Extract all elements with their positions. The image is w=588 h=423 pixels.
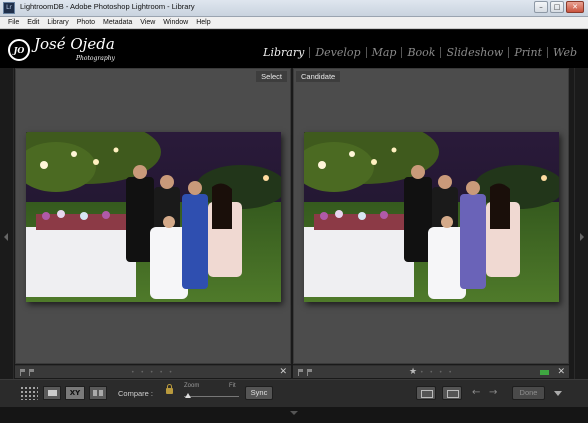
window-title: LightroomDB - Adobe Photoshop Lightroom … (20, 2, 195, 11)
candidate-close-icon[interactable]: ✕ (557, 366, 565, 378)
sync-button[interactable]: Sync (245, 386, 273, 400)
candidate-label: Candidate (296, 71, 341, 82)
zoom-slider-track[interactable] (184, 396, 239, 397)
candidate-pane-footer: ★ • • • • ✕ (293, 365, 569, 378)
lightroom-app-icon: Lr (3, 2, 15, 14)
window-controls: – □ ✕ (534, 1, 584, 13)
event-photo-image (26, 132, 281, 302)
done-button[interactable]: Done (512, 386, 545, 400)
window-titlebar: Lr LightroomDB - Adobe Photoshop Lightro… (0, 0, 588, 17)
menu-photo[interactable]: Photo (73, 17, 99, 28)
select-pane-footer: • • • • • ✕ (15, 365, 291, 378)
expand-right-panel-arrow-icon[interactable] (580, 233, 584, 241)
identity-plate-subtitle: Photography (76, 55, 115, 62)
menu-window[interactable]: Window (159, 17, 192, 28)
identity-plate-name: José Ojeda (34, 35, 115, 53)
minimize-button[interactable]: – (534, 1, 548, 13)
expand-filmstrip-arrow-icon[interactable] (290, 411, 298, 415)
select-rating-dots[interactable]: • • • • • (131, 369, 174, 376)
module-develop[interactable]: Develop (310, 46, 365, 59)
module-slideshow[interactable]: Slideshow (441, 46, 508, 59)
previous-photo-arrow-icon[interactable]: ← (472, 386, 480, 400)
fit-label: Fit (229, 383, 236, 389)
select-photo[interactable] (26, 132, 281, 302)
module-picker: Library Develop Map Book Slideshow Print… (258, 46, 582, 59)
flag-icon[interactable] (298, 369, 304, 376)
grid-view-icon[interactable] (20, 386, 38, 400)
flag-icon[interactable] (20, 369, 26, 376)
toolbar: XY Compare : Zoom Fit Sync ← → Done (0, 379, 588, 407)
module-map[interactable]: Map (367, 46, 402, 59)
left-panel-collapsed[interactable] (0, 68, 14, 407)
identity-bar: JO José Ojeda Photography Library Develo… (0, 30, 588, 68)
zoom-slider-thumb[interactable] (185, 393, 191, 398)
menu-metadata[interactable]: Metadata (99, 17, 136, 28)
compare-candidate-pane[interactable]: Candidate (293, 68, 569, 364)
menu-library[interactable]: Library (43, 17, 72, 28)
menu-view[interactable]: View (136, 17, 159, 28)
maximize-button[interactable]: □ (550, 1, 564, 13)
lock-icon[interactable] (166, 384, 173, 394)
toolbar-options-chevron-down-icon[interactable] (554, 391, 562, 396)
compare-xy-icon[interactable]: XY (65, 386, 85, 400)
menu-help[interactable]: Help (192, 17, 214, 28)
identity-monogram-logo: JO (8, 39, 30, 61)
module-book[interactable]: Book (402, 46, 440, 59)
filmstrip-collapsed[interactable] (0, 407, 588, 423)
select-close-icon[interactable]: ✕ (279, 366, 287, 378)
menu-edit[interactable]: Edit (23, 17, 43, 28)
make-select-icon[interactable] (442, 386, 462, 400)
module-library[interactable]: Library (258, 46, 309, 59)
event-photo-image (304, 132, 559, 302)
next-photo-arrow-icon[interactable]: → (489, 386, 497, 400)
right-panel-collapsed[interactable] (574, 68, 588, 407)
menu-file[interactable]: File (4, 17, 23, 28)
swap-icon[interactable] (416, 386, 436, 400)
candidate-rating-dots[interactable]: • • • • (420, 369, 454, 376)
color-label-green-icon[interactable] (540, 370, 549, 375)
close-button[interactable]: ✕ (566, 1, 584, 13)
survey-view-icon[interactable] (89, 386, 107, 400)
module-web[interactable]: Web (548, 46, 582, 59)
loupe-view-icon[interactable] (43, 386, 61, 400)
module-print[interactable]: Print (509, 46, 547, 59)
expand-left-panel-arrow-icon[interactable] (4, 233, 8, 241)
reject-flag-icon[interactable] (307, 369, 313, 376)
compare-select-pane[interactable]: Select (15, 68, 291, 364)
menu-bar: File Edit Library Photo Metadata View Wi… (0, 17, 588, 29)
candidate-photo[interactable] (304, 132, 559, 302)
zoom-label: Zoom (184, 383, 200, 389)
compare-label: Compare : (118, 389, 154, 398)
star-icon[interactable]: ★ (409, 366, 417, 378)
reject-flag-icon[interactable] (29, 369, 35, 376)
select-label: Select (256, 71, 287, 82)
